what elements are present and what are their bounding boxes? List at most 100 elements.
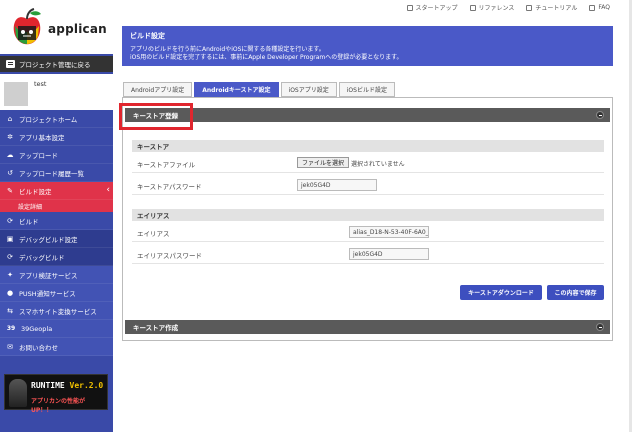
page-title: ビルド設定 (130, 32, 165, 40)
sidebar-item-label: アップロード履歴一覧 (19, 169, 84, 178)
sidebar-item-site-conversion[interactable]: ⇆ スマホサイト変換サービス (0, 302, 113, 320)
settings-tabs: Androidアプリ設定 Androidキーストア設定 iOSアプリ設定 iOS… (123, 82, 395, 97)
alias-input[interactable]: alias_D18-N-53-40F-6A0_ (349, 226, 429, 238)
upload-icon: ☁ (6, 150, 14, 159)
banner-figure (9, 379, 27, 407)
download-keystore-button[interactable]: キーストアダウンロード (460, 285, 542, 300)
tab-android-app-settings[interactable]: Androidアプリ設定 (123, 82, 193, 97)
app-name: applican (48, 22, 107, 36)
keystore-panel: キーストア登録 キーストア キーストアファイル ファイルを選択 選択されていませ… (122, 97, 613, 341)
alias-password-input[interactable]: jek05G4D (349, 248, 429, 260)
runtime-banner[interactable]: RUNTIME Ver.2.0 アプリカンの性能が UP！！ (4, 374, 108, 414)
sidebar-item-label: 39Geopla (21, 324, 53, 333)
keystore-password-input[interactable]: jek05G4D (297, 179, 377, 191)
alias-password-row: エイリアスパスワード jek05G4D (132, 244, 604, 264)
sidebar-item-39geopla[interactable]: 39 39Geopla (0, 320, 113, 338)
page-description-2: iOS用のビルド設定を完了するには、事前にApple Developer Pro… (130, 54, 403, 61)
avatar (4, 82, 28, 106)
toplink-tutorial[interactable]: チュートリアル (526, 3, 577, 12)
tab-ios-build-settings[interactable]: iOSビルド設定 (338, 82, 395, 97)
back-to-project-label: プロジェクト管理に戻る (19, 61, 91, 69)
toplink-label: FAQ (598, 4, 610, 11)
chat-icon: ● (6, 288, 14, 297)
alias-row: エイリアス alias_D18-N-53-40F-6A0_ (132, 222, 604, 242)
reference-icon (469, 4, 476, 11)
sidebar-subitem-label: 設定詳細 (18, 203, 43, 211)
banner-subtitle: アプリカンの性能が UP！！ (31, 398, 86, 414)
sidebar-item-app-verification[interactable]: ✦ アプリ検証サービス (0, 266, 113, 284)
sidebar-item-label: デバッグビルド設定 (19, 235, 78, 244)
sidebar-item-label: デバッグビルド (19, 253, 65, 262)
user-area: test (0, 74, 113, 110)
sidebar-item-label: プロジェクトホーム (19, 115, 78, 124)
sidebar-item-label: ビルド設定 (19, 187, 52, 196)
sidebar-item-contact[interactable]: ✉ お問い合わせ (0, 338, 113, 356)
alias-label: エイリアス (137, 230, 170, 238)
keystore-subheading: キーストア (132, 140, 604, 152)
sidebar-item-app-settings[interactable]: ✲ アプリ基本設定 (0, 128, 113, 146)
sidebar-item-upload[interactable]: ☁ アップロード (0, 146, 113, 164)
history-icon: ↺ (7, 168, 13, 177)
section-title: キーストア作成 (133, 324, 179, 332)
wrench-icon: ✎ (7, 186, 13, 195)
toplink-label: リファレンス (478, 5, 515, 12)
toplink-label: スタートアップ (415, 5, 458, 12)
applican-logo-icon[interactable] (10, 8, 44, 48)
save-button[interactable]: この内容で保存 (547, 285, 604, 300)
alias-password-label: エイリアスパスワード (137, 252, 202, 260)
sidebar-item-build-settings[interactable]: ✎ ビルド設定 (0, 182, 113, 200)
startup-icon (406, 4, 413, 11)
toplink-startup[interactable]: スタートアップ (406, 3, 458, 12)
debug-build-icon: ⟳ (7, 252, 13, 261)
keystore-password-label: キーストアパスワード (137, 183, 202, 191)
sidebar-item-label: お問い合わせ (19, 343, 58, 352)
keystore-register-header[interactable]: キーストア登録 (125, 108, 610, 122)
keystore-create-header[interactable]: キーストア作成 (125, 320, 610, 334)
mail-icon: ✉ (7, 342, 13, 351)
logo-area: applican (0, 0, 113, 54)
sidebar-item-label: アプリ検証サービス (19, 271, 78, 280)
toplink-faq[interactable]: FAQ (589, 3, 610, 12)
toplink-reference[interactable]: リファレンス (469, 3, 515, 12)
sidebar-item-build[interactable]: ⟳ ビルド (0, 212, 113, 230)
top-links: スタートアップ リファレンス チュートリアル FAQ (406, 3, 610, 12)
sidebar-item-label: アプリ基本設定 (19, 133, 65, 142)
sidebar-item-debug-build-settings[interactable]: ▣ デバッグビルド設定 (0, 230, 113, 248)
gear-icon: ✲ (7, 132, 13, 141)
build-icon: ⟳ (7, 216, 13, 225)
sidebar-item-debug-build[interactable]: ⟳ デバッグビルド (0, 248, 113, 266)
sidebar-item-push-notification[interactable]: ● PUSH通知サービス (0, 284, 113, 302)
collapse-icon[interactable] (596, 111, 604, 119)
keystore-file-row: キーストアファイル ファイルを選択 選択されていません (132, 153, 604, 173)
page-description-1: アプリのビルドを行う前にAndroidやiOSに関する各種設定を行います。 (130, 46, 325, 53)
39-icon: 39 (6, 325, 16, 332)
tool-icon: ✦ (7, 270, 13, 279)
sidebar-item-label: ビルド (19, 217, 39, 226)
sidebar-item-upload-history[interactable]: ↺ アップロード履歴一覧 (0, 164, 113, 182)
back-to-project-button[interactable]: プロジェクト管理に戻る (0, 56, 113, 72)
page-header: ビルド設定 アプリのビルドを行う前にAndroidやiOSに関する各種設定を行い… (122, 26, 613, 66)
sidebar-subitem-settings-detail[interactable]: 設定詳細 (0, 200, 113, 212)
faq-icon (589, 4, 596, 11)
username: test (34, 80, 47, 88)
debug-settings-icon: ▣ (6, 234, 14, 243)
toplink-label: チュートリアル (535, 5, 578, 12)
convert-icon: ⇆ (7, 306, 13, 315)
highlight-box (119, 103, 193, 130)
sidebar-item-label: アップロード (19, 151, 58, 160)
file-status: 選択されていません (351, 161, 405, 168)
tab-android-keystore-settings[interactable]: Androidキーストア設定 (194, 82, 279, 97)
tab-ios-app-settings[interactable]: iOSアプリ設定 (280, 82, 337, 97)
collapse-icon[interactable] (596, 323, 604, 331)
keystore-password-row: キーストアパスワード jek05G4D (132, 175, 604, 195)
sidebar: applican プロジェクト管理に戻る test ⌂ プロジェクトホーム ✲ … (0, 0, 113, 432)
tutorial-icon (526, 4, 533, 11)
sidebar-item-label: PUSH通知サービス (19, 289, 76, 298)
banner-title: RUNTIME Ver.2.0 (31, 381, 104, 390)
home-icon: ⌂ (7, 114, 13, 123)
sidebar-item-project-home[interactable]: ⌂ プロジェクトホーム (0, 110, 113, 128)
sidebar-nav: ⌂ プロジェクトホーム ✲ アプリ基本設定 ☁ アップロード ↺ アップロード履… (0, 110, 113, 356)
choose-file-button[interactable]: ファイルを選択 (297, 157, 350, 168)
keystore-file-label: キーストアファイル (137, 161, 196, 169)
alias-subheading: エイリアス (132, 209, 604, 221)
